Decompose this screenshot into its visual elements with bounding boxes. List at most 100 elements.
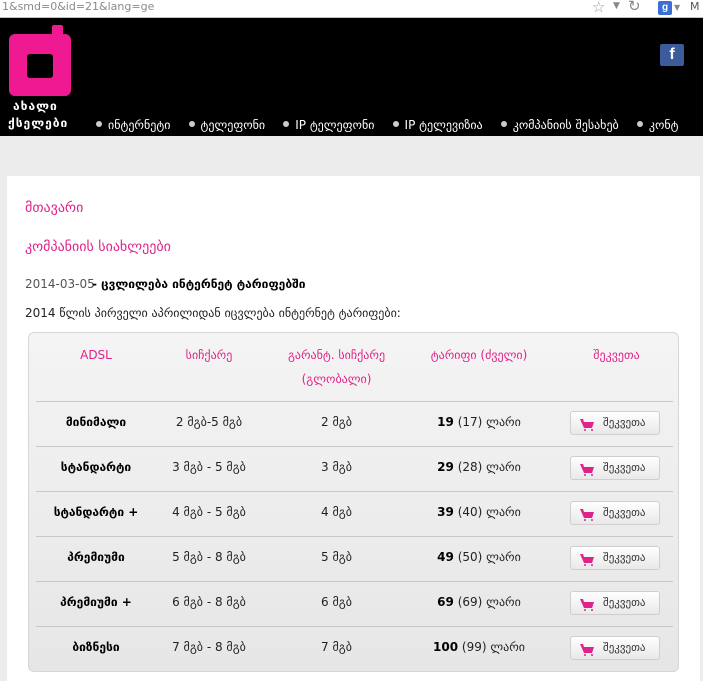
- tariff-name: ბიზნესი: [72, 640, 120, 654]
- tariff-speed: 4 მგბ - 5 მგბ: [172, 505, 246, 519]
- tariff-speed: 2 მგბ-5 მგბ: [175, 415, 243, 429]
- order-button[interactable]: შეკვეთა: [570, 546, 660, 570]
- reload-icon[interactable]: ↻: [628, 0, 641, 15]
- price-new: 39: [437, 505, 454, 519]
- currency: ლარი: [486, 595, 521, 609]
- order-button-label: შეკვეთა: [603, 461, 646, 474]
- logo[interactable]: [9, 25, 71, 96]
- nav-item-contact[interactable]: კონტ: [636, 115, 679, 134]
- search-box[interactable]: M: [690, 0, 700, 13]
- price-new: 100: [433, 640, 459, 654]
- logo-text-line2: ქსელები: [8, 116, 69, 130]
- tariff-price: 19 (17) ლარი: [409, 415, 549, 429]
- tariff-name: პრემიუმი +: [60, 595, 132, 609]
- tariff-price: 100 (99) ლარი: [409, 640, 549, 654]
- order-button-label: შეკვეთა: [603, 641, 646, 654]
- order-button[interactable]: შეკვეთა: [570, 411, 660, 435]
- tariff-guaranteed: 7 მგბ: [321, 640, 352, 654]
- row-divider: [36, 581, 673, 582]
- row-divider: [36, 491, 673, 492]
- price-new: 69: [437, 595, 454, 609]
- price-new: 19: [437, 415, 454, 429]
- price-new: 49: [437, 550, 454, 564]
- logo-text-line1: ახალი: [13, 99, 58, 113]
- logo-hole: [27, 54, 53, 78]
- nav-item-label: IP ტელევიზია: [404, 118, 483, 132]
- nav-item-label: IP ტელეფონი: [295, 118, 375, 132]
- bullet-icon: [500, 121, 507, 127]
- tariff-price: 29 (28) ლარი: [409, 460, 549, 474]
- order-button-label: შეკვეთა: [603, 416, 646, 429]
- row-divider: [36, 536, 673, 537]
- nav-item-ip-telephone[interactable]: IP ტელეფონი: [283, 115, 374, 134]
- currency: ლარი: [486, 505, 521, 519]
- bullet-icon: [96, 121, 102, 127]
- tariff-table: ADSL სიჩქარე გარანტ. სიჩქარე (გლობალი) ტ…: [28, 332, 679, 672]
- tariff-price: 69 (69) ლარი: [409, 595, 549, 609]
- price-old: (28): [457, 460, 483, 474]
- header-speed: სიჩქარე: [185, 348, 233, 362]
- order-button[interactable]: შეკვეთა: [570, 456, 660, 480]
- price-old: (50): [457, 550, 483, 564]
- main-nav: ინტერნეტი ტელეფონი IP ტელეფონი IP ტელევი…: [96, 114, 703, 134]
- shopping-basket-icon: [579, 642, 595, 656]
- site-header: ახალი ქსელები f ინტერნეტი ტელეფონი IP ტე…: [0, 18, 703, 136]
- company-news-link[interactable]: კომპანიის სიახლეები: [25, 239, 171, 255]
- bullet-icon: [283, 121, 290, 127]
- header-order: შეკვეთა: [593, 348, 640, 362]
- price-old: (99): [461, 640, 487, 654]
- order-button[interactable]: შეკვეთა: [570, 501, 660, 525]
- currency: ლარი: [486, 460, 521, 474]
- nav-item-ip-tv[interactable]: IP ტელევიზია: [392, 115, 483, 134]
- bookmark-star-icon[interactable]: ☆: [592, 0, 605, 16]
- shopping-basket-icon: [579, 552, 595, 566]
- browser-toolbar: 1&smd=0&id=21&lang=ge ☆ ▼ ↻ g ▼ M: [0, 0, 703, 18]
- home-link[interactable]: მთავარი: [25, 200, 83, 216]
- shopping-basket-icon: [579, 462, 595, 476]
- news-date: 2014-03-05: [25, 277, 95, 291]
- bullet-icon: [636, 121, 643, 127]
- tariff-speed: 3 მგბ - 5 მგბ: [172, 460, 246, 474]
- tariff-guaranteed: 4 მგბ: [321, 505, 352, 519]
- tariff-guaranteed: 6 მგბ: [321, 595, 352, 609]
- price-old: (40): [457, 505, 483, 519]
- search-engine-icon[interactable]: g: [658, 1, 672, 15]
- main-content: მთავარი კომპანიის სიახლეები 2014-03-05 -…: [7, 176, 700, 681]
- shopping-basket-icon: [579, 417, 595, 431]
- nav-item-about[interactable]: კომპანიის შესახებ: [500, 115, 619, 134]
- price-old: (69): [457, 595, 483, 609]
- tariff-guaranteed: 2 მგბ: [321, 415, 352, 429]
- search-engine-dropdown-icon[interactable]: ▼: [674, 3, 680, 12]
- bullet-icon: [392, 121, 399, 127]
- order-button-label: შეკვეთა: [603, 596, 646, 609]
- tariff-speed: 7 მგბ - 8 მგბ: [172, 640, 246, 654]
- tariff-speed: 5 მგბ - 8 მგბ: [172, 550, 246, 564]
- nav-item-telephone[interactable]: ტელეფონი: [188, 115, 265, 134]
- shopping-basket-icon: [579, 507, 595, 521]
- tariff-name: მინიმალი: [65, 415, 127, 429]
- tariff-price: 49 (50) ლარი: [409, 550, 549, 564]
- header-price: ტარიფი (ძველი): [430, 348, 528, 362]
- header-adsl: ADSL: [80, 348, 112, 362]
- bullet-icon: [188, 121, 195, 127]
- currency: ლარი: [486, 550, 521, 564]
- nav-item-internet[interactable]: ინტერნეტი: [96, 115, 170, 134]
- nav-item-label: კონტ: [648, 118, 679, 132]
- tariff-name: სტანდარტი +: [53, 505, 139, 519]
- tariff-speed: 6 მგბ - 8 მგბ: [172, 595, 246, 609]
- logo-tab: [52, 25, 63, 55]
- tariff-guaranteed: 3 მგბ: [321, 460, 352, 474]
- news-text: 2014 წლის პირველი აპრილიდან იცვლება ინტე…: [25, 306, 401, 320]
- row-divider: [36, 401, 673, 402]
- nav-item-label: კომპანიის შესახებ: [512, 118, 619, 132]
- order-button[interactable]: შეკვეთა: [570, 636, 660, 660]
- price-old: (17): [457, 415, 483, 429]
- history-dropdown-icon[interactable]: ▼: [613, 1, 620, 11]
- row-divider: [36, 446, 673, 447]
- facebook-icon[interactable]: f: [660, 44, 684, 66]
- news-title: - ცვლილება ინტერნეტ ტარიფებში: [92, 277, 306, 291]
- order-button[interactable]: შეკვეთა: [570, 591, 660, 615]
- order-button-label: შეკვეთა: [603, 551, 646, 564]
- tariff-name: პრემიუმი: [67, 550, 125, 564]
- address-bar[interactable]: 1&smd=0&id=21&lang=ge: [2, 0, 154, 14]
